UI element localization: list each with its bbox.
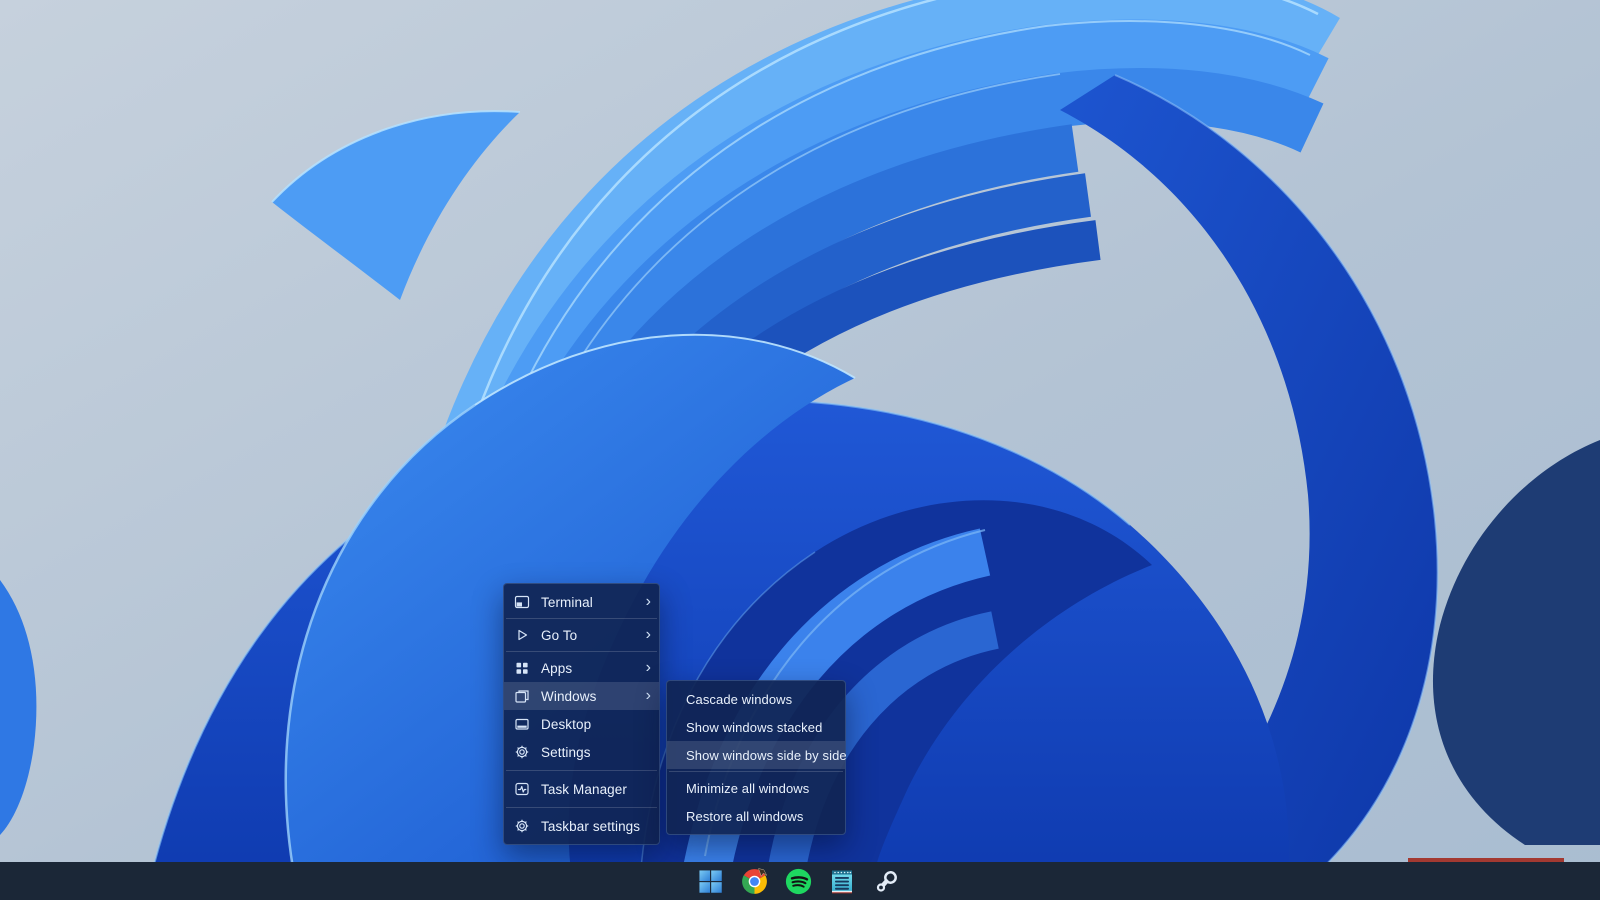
terminal-icon [514,594,530,610]
menu-item-windows[interactable]: Windows › [504,682,659,710]
menu-item-terminal[interactable]: Terminal › [504,588,659,616]
chevron-right-icon: › [640,661,651,675]
taskbar-icons [696,867,900,895]
chrome-icon [741,868,768,895]
chevron-right-icon: › [640,689,651,703]
menu-item-label: Desktop [541,717,591,732]
spotify-icon [785,868,812,895]
submenu-item-minimize-all-windows[interactable]: Minimize all windows [667,774,845,802]
steam-taskbar-button[interactable] [872,867,900,895]
menu-item-go-to[interactable]: Go To › [504,621,659,649]
menu-separator [506,807,657,808]
desktop-icon [514,716,530,732]
chevron-right-icon: › [640,628,651,642]
cascade-windows-icon [514,688,530,704]
menu-item-label: Task Manager [541,782,627,797]
menu-separator [506,651,657,652]
menu-item-label: Terminal [541,595,593,610]
submenu-item-cascade-windows[interactable]: Cascade windows [667,685,845,713]
task-manager-icon [514,781,530,797]
menu-item-label: Apps [541,661,572,676]
menu-item-label: Go To [541,628,577,643]
notepad-taskbar-button[interactable] [828,867,856,895]
submenu-item-restore-all-windows[interactable]: Restore all windows [667,802,845,830]
submenu-item-label: Show windows stacked [686,720,822,735]
submenu-item-label: Restore all windows [686,809,804,824]
submenu-item-show-windows-stacked[interactable]: Show windows stacked [667,713,845,741]
start-button[interactable] [696,867,724,895]
menu-separator [506,618,657,619]
menu-item-task-manager[interactable]: Task Manager [504,775,659,803]
taskbar [0,862,1600,900]
notepad-icon [830,868,854,895]
windows-start-icon [698,869,723,894]
gear-icon [514,818,530,834]
windows-submenu: Cascade windows Show windows stacked Sho… [666,680,846,835]
chrome-taskbar-button[interactable] [740,867,768,895]
go-to-icon [514,627,530,643]
desktop: Terminal › Go To › Apps › [0,0,1600,900]
steam-icon [873,868,900,895]
spotify-taskbar-button[interactable] [784,867,812,895]
menu-separator [669,771,843,772]
menu-item-apps[interactable]: Apps › [504,654,659,682]
submenu-item-show-windows-side-by-side[interactable]: Show windows side by side [667,741,845,769]
taskbar-context-menu: Terminal › Go To › Apps › [503,583,660,845]
menu-item-taskbar-settings[interactable]: Taskbar settings [504,812,659,840]
chevron-right-icon: › [640,595,651,609]
gear-icon [514,744,530,760]
submenu-item-label: Show windows side by side [686,748,847,763]
menu-item-label: Settings [541,745,591,760]
menu-item-label: Taskbar settings [541,819,640,834]
apps-grid-icon [514,660,530,676]
submenu-item-label: Cascade windows [686,692,792,707]
menu-item-label: Windows [541,689,596,704]
submenu-item-label: Minimize all windows [686,781,809,796]
menu-item-desktop[interactable]: Desktop [504,710,659,738]
menu-item-settings[interactable]: Settings [504,738,659,766]
menu-separator [506,770,657,771]
